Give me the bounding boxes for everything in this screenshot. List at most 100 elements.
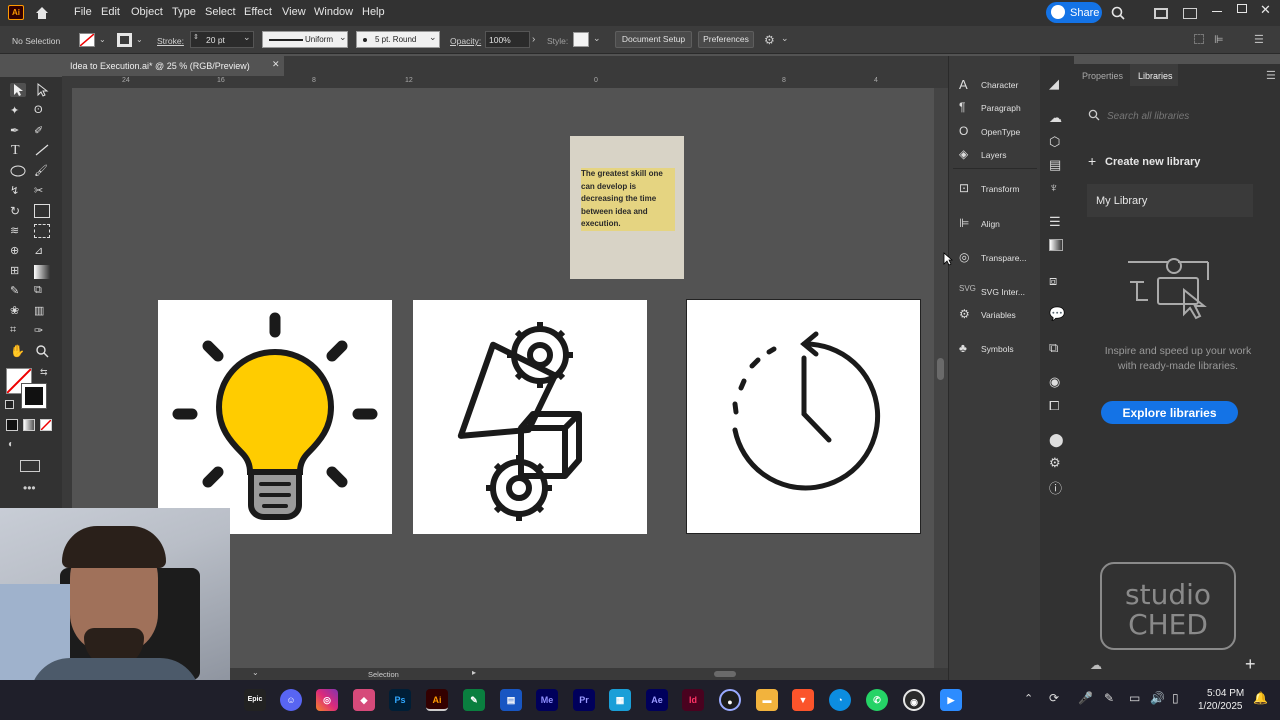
pen-tool[interactable]: ✒	[10, 124, 26, 138]
stepper-icon[interactable]: ⇕	[193, 33, 199, 41]
pathfinder-icon[interactable]: ⧠	[1049, 398, 1059, 414]
chevron-down-icon[interactable]: ⌄	[339, 32, 347, 43]
menu-edit[interactable]: Edit	[101, 6, 120, 18]
default-colors-icon[interactable]	[5, 400, 14, 409]
illustrator-logo[interactable]: Ai	[8, 5, 24, 20]
panel-align[interactable]: ⊫ Align	[949, 212, 1041, 234]
notification-bell-icon[interactable]: 🔔	[1253, 691, 1268, 705]
taskbar-app-discord[interactable]: ☺	[280, 689, 302, 711]
workspace-icon[interactable]	[1154, 8, 1168, 19]
chevron-up-icon[interactable]: ⌃	[1024, 692, 1033, 705]
settings-icon[interactable]: ⚙	[1049, 455, 1061, 471]
zoom-tool[interactable]	[34, 344, 50, 358]
panel-variables[interactable]: ⚙ Variables	[949, 303, 1041, 325]
chevron-down-icon[interactable]: ⌄	[136, 35, 143, 44]
stroke-weight-field[interactable]: ⇕ 20 pt ⌄	[190, 31, 254, 48]
scissors-tool[interactable]: ✂	[34, 184, 50, 198]
taskbar-app-edge[interactable]: ◔	[829, 689, 851, 711]
column-graph-tool[interactable]: ▥	[34, 304, 50, 318]
more-tools-icon[interactable]: •••	[23, 481, 36, 495]
align-options-icon[interactable]	[1194, 34, 1204, 44]
scale-tool[interactable]	[34, 204, 50, 218]
slice-tool[interactable]: ✑	[34, 324, 50, 338]
chevron-down-icon[interactable]: ⌄	[243, 32, 251, 43]
search-icon[interactable]	[1111, 6, 1125, 23]
panel-transparency[interactable]: ◎ Transpare...	[949, 246, 1041, 268]
lightbulb-artboard[interactable]	[158, 300, 392, 534]
panel-character[interactable]: A Character	[949, 73, 1041, 95]
links-icon[interactable]: ⬤	[1049, 432, 1064, 448]
scroll-thumb[interactable]	[937, 358, 944, 380]
microphone-icon[interactable]: 🎤	[1078, 691, 1093, 705]
lasso-tool[interactable]: ʘ	[34, 104, 50, 118]
artboards-icon[interactable]: ⧉	[1049, 340, 1058, 356]
magic-wand-tool[interactable]: ✦	[10, 104, 26, 118]
none-mode-button[interactable]	[40, 419, 52, 431]
cloud-sync-icon[interactable]: ☁	[1090, 658, 1102, 672]
direct-selection-tool[interactable]	[34, 82, 50, 97]
chevron-down-icon[interactable]: ⌄	[593, 33, 601, 44]
close-icon[interactable]: ✕	[1260, 2, 1271, 18]
taskbar-app-indesign[interactable]: Id	[682, 689, 704, 711]
chevron-right-icon[interactable]: ›	[532, 34, 535, 45]
taskbar-app-illustrator[interactable]: Ai	[426, 689, 448, 711]
hand-tool[interactable]: ✋	[10, 344, 26, 358]
taskbar-app-photoshop[interactable]: Ps	[389, 689, 411, 711]
close-tab-icon[interactable]: ✕	[272, 59, 280, 70]
image-trace-icon[interactable]: ⧈	[1049, 273, 1057, 289]
panel-paragraph[interactable]: ¶ Paragraph	[949, 96, 1041, 118]
type-tool[interactable]: T	[11, 143, 27, 158]
taskbar-app-instagram[interactable]: ◎	[316, 689, 338, 711]
gradient-tool[interactable]	[34, 265, 50, 279]
taskbar-app-whatsapp[interactable]: ✆	[866, 689, 888, 711]
shape-builder-tool[interactable]: ⊕	[10, 244, 26, 258]
color-mode-button[interactable]	[6, 419, 18, 431]
taskbar-app-chrome[interactable]: ◉	[903, 689, 925, 711]
chevron-down-icon[interactable]: ⌄	[99, 35, 106, 44]
home-icon[interactable]	[34, 5, 50, 23]
taskbar-app-word[interactable]: ▤	[500, 689, 522, 711]
display-icon[interactable]: ▭	[1129, 691, 1140, 705]
clock-date[interactable]: 1/20/2025	[1198, 701, 1243, 712]
menu-view[interactable]: View	[282, 6, 306, 18]
fill-swatch[interactable]	[79, 33, 95, 47]
brushes-icon[interactable]: ♆	[1049, 180, 1059, 195]
menu-file[interactable]: File	[74, 6, 92, 18]
menu-type[interactable]: Type	[172, 6, 196, 18]
opacity-field[interactable]: 100%	[485, 31, 530, 48]
chevron-down-icon[interactable]: ⌄	[781, 33, 789, 44]
taskbar-app-epic[interactable]: Epic	[244, 689, 266, 711]
brush-definition[interactable]: 5 pt. Round ⌄	[356, 31, 440, 48]
stroke-panel-icon[interactable]: ☰	[1049, 214, 1061, 230]
info-icon[interactable]: ⓘ	[1049, 478, 1062, 497]
style-swatch[interactable]	[573, 32, 589, 47]
menu-help[interactable]: Help	[362, 6, 385, 18]
perspective-grid-tool[interactable]: ⊿	[34, 244, 50, 258]
taskbar-app-after-effects[interactable]: Ae	[646, 689, 668, 711]
search-libraries-input[interactable]: Search all libraries	[1107, 111, 1189, 122]
restore-icon[interactable]	[1237, 4, 1247, 13]
document-setup-button[interactable]: Document Setup	[615, 31, 692, 48]
warp-tool[interactable]: ≋	[10, 224, 26, 238]
taskbar-app-zoom[interactable]: ▶	[940, 689, 962, 711]
panel-svg-interactivity[interactable]: SVG SVG Inter...	[949, 280, 1041, 302]
pen-input-icon[interactable]: ✎	[1104, 691, 1114, 705]
menu-select[interactable]: Select	[205, 6, 236, 18]
menu-window[interactable]: Window	[314, 6, 353, 18]
comments-icon[interactable]: 💬	[1049, 306, 1065, 322]
battery-icon[interactable]: ▯	[1172, 691, 1179, 705]
taskbar-app-express[interactable]: ✎	[463, 689, 485, 711]
appearance-icon[interactable]: ☁	[1049, 110, 1062, 126]
shaper-tool[interactable]: ↯	[10, 184, 26, 198]
play-icon[interactable]: ▸	[472, 668, 476, 677]
variable-width-profile[interactable]: Uniform ⌄	[262, 31, 348, 48]
panel-opentype[interactable]: O OpenType	[949, 120, 1041, 142]
blend-tool[interactable]: ⧉	[34, 284, 50, 298]
tab-libraries[interactable]: Libraries	[1130, 64, 1178, 86]
distribute-icon[interactable]: ⊫	[1214, 33, 1224, 46]
clock-time[interactable]: 5:04 PM	[1207, 688, 1244, 699]
panel-menu-icon[interactable]: ☰	[1254, 33, 1264, 46]
menu-object[interactable]: Object	[131, 6, 163, 18]
panel-symbols[interactable]: ♣ Symbols	[949, 337, 1041, 359]
gradient-mode-button[interactable]	[23, 419, 35, 431]
